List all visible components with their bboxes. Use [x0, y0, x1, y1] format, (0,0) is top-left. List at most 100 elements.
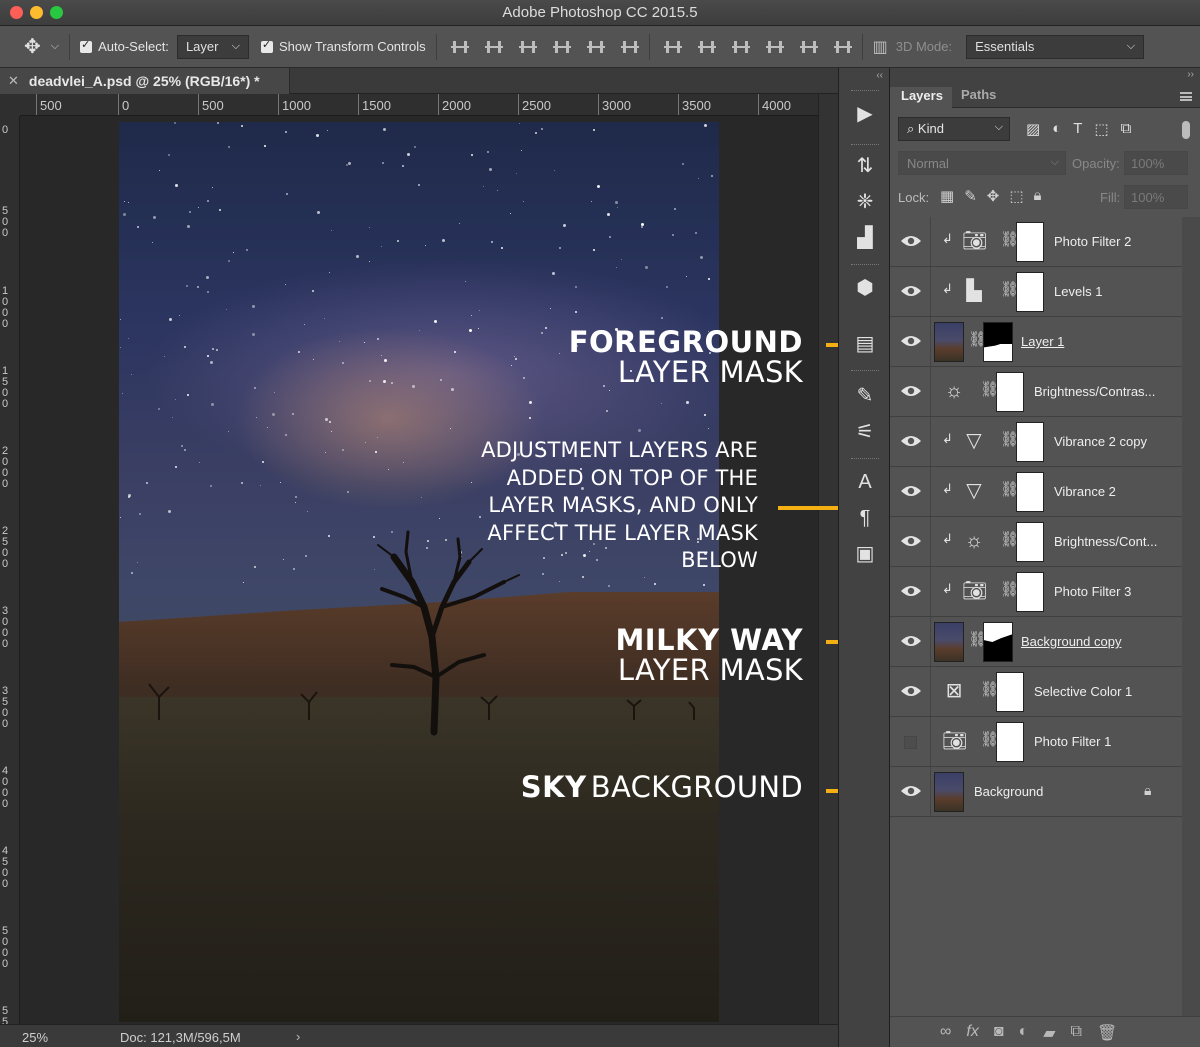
document-tab[interactable]: ✕ deadvlei_A.psd @ 25% (RGB/16*) * — [0, 68, 290, 94]
layer-row[interactable]: Background 🔒︎ — [890, 767, 1182, 817]
visibility-eye-icon[interactable] — [900, 284, 922, 298]
layer-row[interactable]: 📷︎ ⛓︎ Photo Filter 1 — [890, 717, 1182, 767]
layer-row[interactable]: ⛓︎ Layer 1 — [890, 317, 1182, 367]
layer-name[interactable]: Photo Filter 2 — [1054, 234, 1131, 249]
lock-transparent-icon[interactable]: ▦ — [940, 187, 954, 205]
lock-paint-icon[interactable]: ✎ — [964, 187, 977, 205]
visibility-eye-icon[interactable] — [900, 384, 922, 398]
distribute-hcenter-icon[interactable] — [799, 38, 818, 56]
layer-row[interactable]: ↲ 📷︎ ⛓︎ Photo Filter 2 — [890, 217, 1182, 267]
vertical-ruler[interactable]: 0 5 0 0 1 0 0 0 1 5 0 0 2 0 0 0 2 5 0 0 … — [0, 116, 20, 1024]
adjustments-icon[interactable]: ⚟ — [853, 420, 877, 444]
layer-mask-thumbnail[interactable] — [1016, 572, 1044, 612]
layer-mask-thumbnail[interactable] — [1016, 472, 1044, 512]
layer-name[interactable]: Photo Filter 3 — [1054, 584, 1131, 599]
panel-grip[interactable] — [851, 144, 879, 147]
new-group-folder-icon[interactable]: ▰ — [1043, 1023, 1055, 1043]
visibility-eye-icon[interactable] — [900, 534, 922, 548]
layer-thumbnail[interactable] — [934, 772, 964, 812]
paragraph-icon[interactable]: ¶ — [853, 506, 877, 530]
new-adjustment-icon[interactable]: ◐ — [1019, 1023, 1029, 1043]
visibility-eye-icon[interactable] — [900, 484, 922, 498]
layer-thumbnail[interactable] — [934, 322, 964, 362]
blend-mode-dropdown[interactable]: Normal ⌵ — [898, 151, 1066, 175]
filter-toggle-switch[interactable] — [1182, 121, 1190, 139]
layer-mask-thumbnail[interactable] — [996, 722, 1024, 762]
ruler-origin[interactable] — [0, 94, 20, 116]
auto-align-icon[interactable]: ▥ — [873, 37, 888, 57]
link-layers-icon[interactable]: ∞ — [940, 1023, 951, 1043]
panel-grip[interactable] — [851, 264, 879, 267]
layer-row[interactable]: ⊠ ⛓︎ Selective Color 1 — [890, 667, 1182, 717]
visibility-eye-icon[interactable] — [900, 234, 922, 248]
align-left-icon[interactable] — [552, 38, 571, 56]
filter-shape-icon[interactable]: ⬚ — [1094, 120, 1108, 138]
navigator-icon[interactable]: ❈ — [853, 190, 877, 214]
trash-icon[interactable]: 🗑︎ — [1097, 1023, 1117, 1043]
brush-presets-icon[interactable]: ✎ — [853, 384, 877, 408]
layer-row[interactable]: ☼ ⛓︎ Brightness/Contras... — [890, 367, 1182, 417]
panel-grip[interactable] — [851, 370, 879, 373]
collapse-panels-icon[interactable]: ‹‹ — [876, 70, 883, 81]
layer-mask-thumbnail[interactable] — [996, 372, 1024, 412]
layer-name[interactable]: Selective Color 1 — [1034, 684, 1132, 699]
align-bottom-icon[interactable] — [518, 38, 537, 56]
layer-style-fx-icon[interactable]: fx — [966, 1023, 978, 1043]
play-actions-icon[interactable]: ▶ — [853, 102, 877, 126]
filter-adjustment-icon[interactable]: ◐ — [1052, 120, 1061, 138]
distribute-right-icon[interactable] — [833, 38, 852, 56]
layer-name[interactable]: Brightness/Contras... — [1034, 384, 1155, 399]
auto-select-checkbox[interactable] — [80, 38, 93, 53]
layer-name[interactable]: Background — [974, 784, 1043, 799]
histogram-icon[interactable]: ▟ — [853, 226, 877, 250]
add-mask-icon[interactable]: ◙ — [994, 1023, 1004, 1043]
filter-kind-dropdown[interactable]: ⌕ Kind ⌵ — [898, 117, 1010, 141]
layer-mask-thumbnail[interactable] — [1016, 222, 1044, 262]
visibility-eye-icon[interactable] — [900, 784, 922, 798]
align-right-icon[interactable] — [620, 38, 639, 56]
visibility-eye-icon[interactable] — [900, 584, 922, 598]
layer-name[interactable]: Brightness/Cont... — [1054, 534, 1157, 549]
layer-name[interactable]: Vibrance 2 copy — [1054, 434, 1147, 449]
layer-name[interactable]: Vibrance 2 — [1054, 484, 1116, 499]
status-menu-chevron-icon[interactable]: › — [296, 1029, 300, 1044]
panel-menu-icon[interactable] — [1180, 92, 1192, 101]
layer-row[interactable]: ↲ ▙ ⛓︎ Levels 1 — [890, 267, 1182, 317]
layer-row[interactable]: ↲ 📷︎ ⛓︎ Photo Filter 3 — [890, 567, 1182, 617]
move-arrows-icon[interactable]: ✥ — [24, 34, 41, 59]
distribute-left-icon[interactable] — [765, 38, 784, 56]
visibility-toggle-empty[interactable] — [904, 736, 917, 749]
distribute-vcenter-icon[interactable] — [697, 38, 716, 56]
layer-mask-thumbnail[interactable] — [1016, 272, 1044, 312]
layer-mask-thumbnail[interactable] — [1016, 522, 1044, 562]
close-icon[interactable]: ✕ — [8, 73, 19, 89]
align-top-icon[interactable] — [450, 38, 469, 56]
show-transform-checkbox[interactable] — [260, 38, 273, 53]
layer-row[interactable]: ↲ ☼ ⛓︎ Brightness/Cont... — [890, 517, 1182, 567]
layer-mask-thumbnail[interactable] — [1016, 422, 1044, 462]
collapse-panel-icon[interactable]: ›› — [1187, 69, 1194, 80]
lock-position-icon[interactable]: ✥ — [987, 187, 1000, 205]
layer-mask-thumbnail[interactable] — [983, 622, 1013, 662]
visibility-eye-icon[interactable] — [900, 434, 922, 448]
layer-row[interactable]: ⛓︎ Background copy — [890, 617, 1182, 667]
filter-pixel-icon[interactable]: ▨ — [1026, 120, 1040, 138]
history-icon[interactable]: ⇅ — [853, 154, 877, 178]
layer-row[interactable]: ↲ ▽ ⛓︎ Vibrance 2 — [890, 467, 1182, 517]
properties-icon[interactable]: ▤ — [853, 332, 877, 356]
visibility-eye-icon[interactable] — [900, 334, 922, 348]
layer-name[interactable]: Photo Filter 1 — [1034, 734, 1111, 749]
panel-grip[interactable] — [851, 90, 879, 93]
fill-field[interactable]: 100% — [1124, 185, 1188, 209]
visibility-eye-icon[interactable] — [900, 684, 922, 698]
tool-preset-caret-icon[interactable]: ⌵ — [51, 40, 59, 53]
lock-artboard-icon[interactable]: ⬚ — [1009, 187, 1023, 205]
workspace-dropdown[interactable]: Essentials ⌵ — [966, 34, 1145, 59]
layer-row[interactable]: ↲ ▽ ⛓︎ Vibrance 2 copy — [890, 417, 1182, 467]
auto-select-dropdown[interactable]: Layer ⌵ — [176, 34, 249, 59]
filter-type-icon[interactable]: T — [1073, 120, 1082, 138]
layer-name[interactable]: Levels 1 — [1054, 284, 1102, 299]
3d-icon[interactable]: ⬢ — [853, 276, 877, 300]
align-vcenter-icon[interactable] — [484, 38, 503, 56]
distribute-bottom-icon[interactable] — [731, 38, 750, 56]
